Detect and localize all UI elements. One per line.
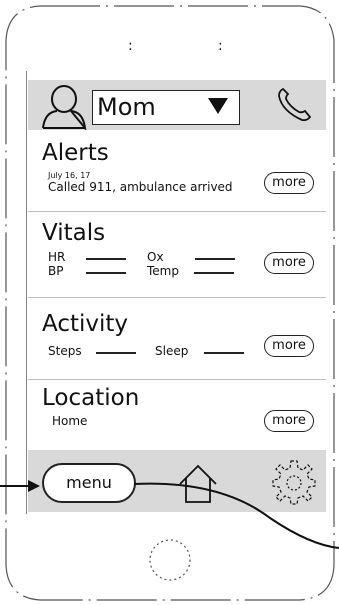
status-dots-left: :: [128, 38, 133, 54]
bp-label: BP: [48, 264, 64, 278]
alert-message: Called 911, ambulance arrived: [48, 180, 233, 194]
sleep-value-line: [204, 352, 244, 354]
bp-value-line: [86, 272, 126, 274]
status-dots-right: :: [218, 38, 223, 54]
menu-button[interactable]: menu: [42, 463, 136, 503]
activity-title: Activity: [42, 311, 129, 337]
alert-date: July 16, 17: [48, 171, 91, 180]
home-icon[interactable]: [176, 462, 220, 504]
hr-value-line: [86, 258, 126, 260]
ox-label: Ox: [147, 250, 164, 264]
steps-value-line: [96, 352, 136, 354]
person-icon[interactable]: [39, 84, 89, 130]
contact-name: Mom: [97, 93, 156, 121]
caret-down-icon[interactable]: [206, 96, 230, 116]
vitals-more-button[interactable]: more: [264, 252, 314, 274]
vitals-title: Vitals: [42, 220, 106, 246]
temp-value-line: [194, 272, 234, 274]
alerts-more-button[interactable]: more: [264, 172, 314, 194]
ox-value-line: [195, 258, 235, 260]
steps-label: Steps: [48, 344, 82, 358]
phone-icon[interactable]: [274, 83, 316, 125]
sleep-label: Sleep: [155, 344, 189, 358]
location-title: Location: [42, 385, 140, 411]
location-value: Home: [52, 414, 88, 428]
location-more-button[interactable]: more: [264, 410, 314, 432]
hr-label: HR: [48, 250, 66, 264]
alerts-title: Alerts: [42, 140, 109, 166]
temp-label: Temp: [147, 264, 179, 278]
gear-icon[interactable]: [270, 458, 318, 506]
activity-more-button[interactable]: more: [264, 335, 314, 357]
